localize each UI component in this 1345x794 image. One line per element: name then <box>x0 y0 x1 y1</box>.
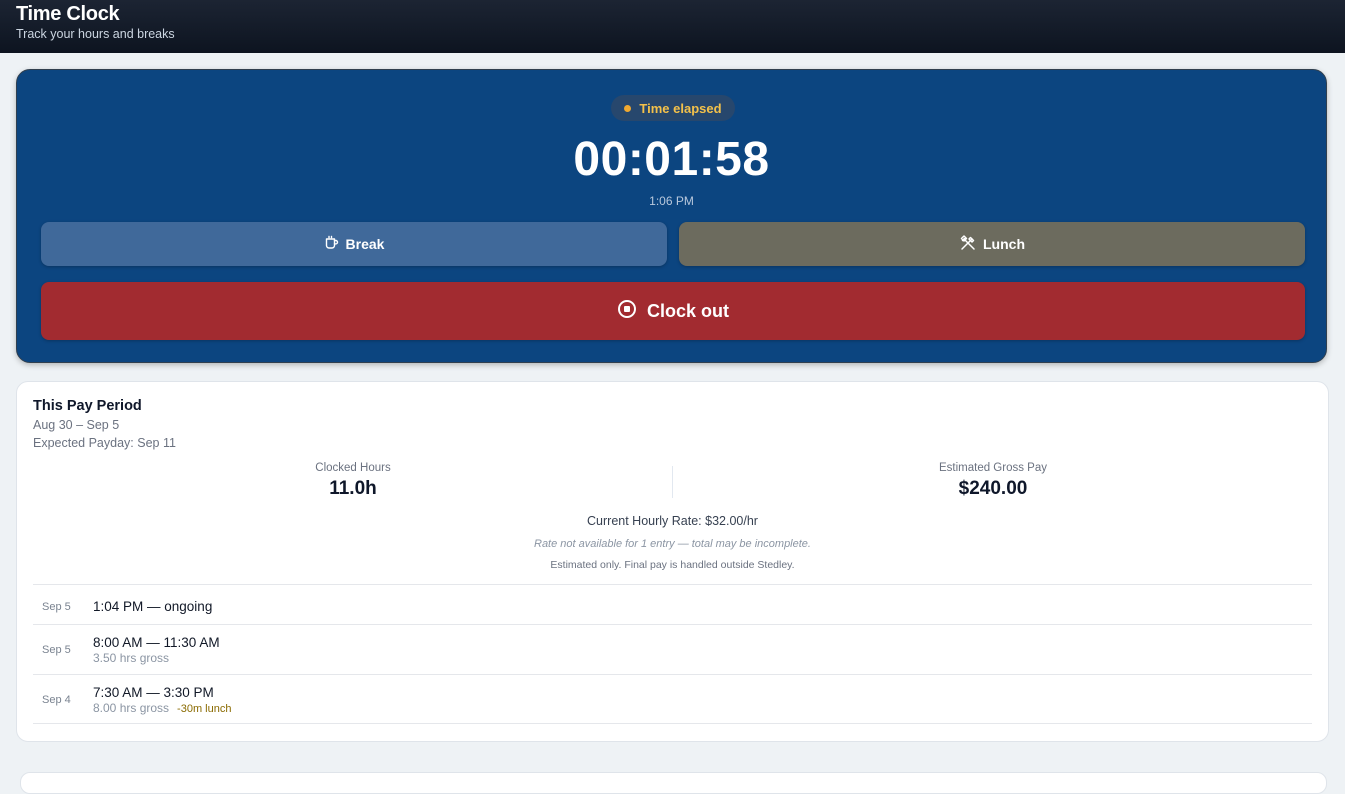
entry-gross-hours: 3.50 hrs gross <box>93 651 170 665</box>
expected-payday: Expected Payday: Sep 11 <box>33 436 176 450</box>
pay-period-dates: Aug 30 – Sep 5 <box>33 418 120 432</box>
list-item[interactable]: Sep 5 8:00 AM — 11:30 AM 3.50 hrs gross <box>33 624 1312 674</box>
clock-in-time: 1:06 PM <box>649 194 694 208</box>
clock-out-button-label: Clock out <box>646 300 729 321</box>
entry-time-range: 8:00 AM — 11:30 AM <box>93 635 220 650</box>
hourly-rate: Current Hourly Rate: $32.00/hr <box>587 514 758 528</box>
lunch-button-label: Lunch <box>983 236 1025 252</box>
gross-pay-value: $240.00 <box>958 478 1028 499</box>
next-card-edge <box>20 772 1327 794</box>
page-title: Time Clock <box>16 3 120 25</box>
pay-period-card: This Pay Period Aug 30 – Sep 5 Expected … <box>16 381 1329 742</box>
lunch-button[interactable]: Lunch <box>679 222 1305 266</box>
break-button-label: Break <box>345 236 385 252</box>
lunch-deduction-tag: -30m lunch <box>177 703 232 715</box>
clock-out-button[interactable]: Clock out <box>41 282 1305 340</box>
clock-card: Time elapsed 00:01:58 1:06 PM Break Lunc… <box>16 69 1327 363</box>
app-header: Time Clock Track your hours and breaks <box>0 0 1345 53</box>
coffee-cup-icon <box>324 235 340 254</box>
clocked-hours-label: Clocked Hours <box>315 462 391 474</box>
clocked-hours-stat: Clocked Hours 11.0h <box>33 462 673 500</box>
stop-circle-icon <box>617 299 637 324</box>
status-label: Time elapsed <box>639 100 722 116</box>
page-subtitle: Track your hours and breaks <box>16 27 175 41</box>
status-badge: Time elapsed <box>611 95 735 121</box>
entry-date: Sep 4 <box>42 694 71 706</box>
gross-pay-label: Estimated Gross Pay <box>938 462 1047 474</box>
rate-warning-note: Rate not available for 1 entry — total m… <box>534 538 811 550</box>
elapsed-timer: 00:01:58 <box>573 133 770 186</box>
estimate-disclaimer: Estimated only. Final pay is handled out… <box>550 559 795 571</box>
break-button[interactable]: Break <box>41 222 667 266</box>
entry-date: Sep 5 <box>42 644 71 656</box>
clocked-hours-value: 11.0h <box>329 478 377 499</box>
entry-time-range: 1:04 PM — ongoing <box>93 599 213 614</box>
entry-date: Sep 5 <box>42 601 71 613</box>
dot-icon <box>624 104 632 112</box>
list-item[interactable]: Sep 4 7:30 AM — 3:30 PM 8.00 hrs gross -3… <box>33 674 1312 724</box>
gross-pay-stat: Estimated Gross Pay $240.00 <box>673 462 1313 500</box>
utensils-icon <box>959 234 977 255</box>
pay-period-title: This Pay Period <box>33 398 142 414</box>
entry-time-range: 7:30 AM — 3:30 PM <box>93 685 214 700</box>
entry-gross-hours: 8.00 hrs gross -30m lunch <box>93 701 232 715</box>
list-item[interactable]: Sep 5 1:04 PM — ongoing <box>33 584 1312 624</box>
time-entries-list: Sep 5 1:04 PM — ongoing Sep 5 8:00 AM — … <box>33 584 1312 724</box>
